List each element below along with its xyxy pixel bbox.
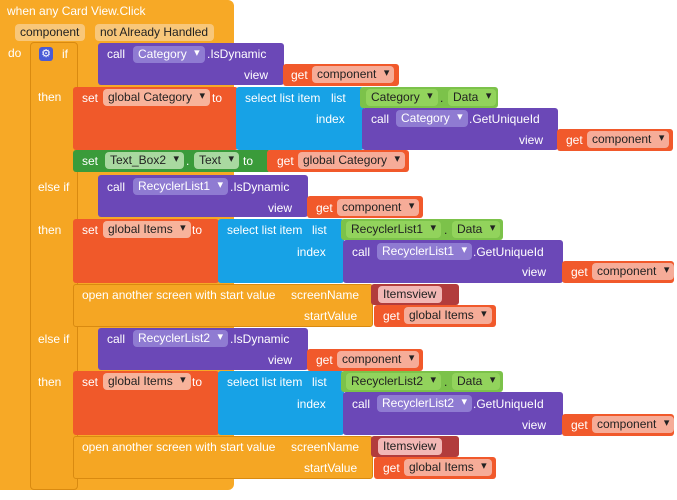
get-label: get bbox=[566, 133, 583, 147]
set-label: set bbox=[82, 375, 99, 389]
set-label: set bbox=[82, 223, 99, 237]
event-title: when any Card View.Click bbox=[7, 4, 146, 18]
dot-label: . bbox=[444, 223, 448, 237]
startvalue-label: startValue bbox=[304, 309, 358, 323]
method-isdynamic: .IsDynamic bbox=[230, 332, 290, 346]
list-recyclerlist1-dropdown[interactable]: RecyclerList1 bbox=[346, 221, 442, 238]
get-label: get bbox=[316, 353, 333, 367]
dot-label: . bbox=[444, 375, 448, 389]
call-label: call bbox=[107, 47, 126, 61]
to-label: to bbox=[212, 91, 223, 105]
index-category-dropdown[interactable]: Category bbox=[396, 110, 468, 127]
to-label: to bbox=[192, 223, 203, 237]
get-label: get bbox=[383, 461, 400, 475]
list-category-dropdown[interactable]: Category bbox=[366, 89, 438, 106]
else-if-label-2: else if bbox=[38, 332, 70, 346]
list-label: list bbox=[312, 375, 327, 389]
call-label: call bbox=[371, 112, 390, 126]
get-component-dropdown[interactable]: component bbox=[337, 199, 420, 216]
gear-icon[interactable]: ⚙ bbox=[39, 47, 53, 61]
index-label: index bbox=[316, 112, 345, 126]
method-getuniqueid: .GetUniqueId bbox=[473, 245, 544, 259]
select-list-item-label: select list item bbox=[227, 223, 303, 237]
text-prop-dropdown[interactable]: Text bbox=[194, 152, 240, 169]
open-screen-label: open another screen with start value bbox=[82, 440, 276, 454]
to-label: to bbox=[192, 375, 203, 389]
index-recyclerlist1-dropdown[interactable]: RecyclerList1 bbox=[377, 243, 473, 260]
view-label: view bbox=[244, 68, 269, 82]
call-label: call bbox=[107, 332, 126, 346]
global-category-dropdown[interactable]: global Category bbox=[103, 89, 211, 106]
data-prop-dropdown[interactable]: Data bbox=[448, 89, 497, 106]
if-label: if bbox=[62, 47, 68, 61]
get-component-dropdown[interactable]: component bbox=[337, 351, 420, 368]
recyclerlist2-dropdown[interactable]: RecyclerList2 bbox=[133, 330, 229, 347]
do-label: do bbox=[8, 46, 22, 60]
get-label: get bbox=[571, 265, 588, 279]
data-prop-dropdown[interactable]: Data bbox=[452, 373, 501, 390]
then-label-3: then bbox=[38, 375, 62, 389]
view-label: view bbox=[268, 353, 293, 367]
get-global-items-dropdown[interactable]: global Items bbox=[404, 459, 492, 476]
category-dropdown[interactable]: Category bbox=[133, 46, 205, 63]
view-label: view bbox=[522, 418, 547, 432]
list-recyclerlist2-dropdown[interactable]: RecyclerList2 bbox=[346, 373, 442, 390]
get-global-category-dropdown[interactable]: global Category bbox=[298, 152, 406, 169]
open-screen-label: open another screen with start value bbox=[82, 288, 276, 302]
screenname-label: screenName bbox=[291, 440, 360, 454]
view-label: view bbox=[519, 133, 544, 147]
method-getuniqueid: .GetUniqueId bbox=[473, 397, 544, 411]
param-component[interactable]: component bbox=[15, 24, 86, 41]
textbox2-dropdown[interactable]: Text_Box2 bbox=[105, 152, 185, 169]
dot-label: . bbox=[440, 91, 444, 105]
set-label: set bbox=[82, 154, 99, 168]
call-label: call bbox=[352, 245, 371, 259]
startvalue-label: startValue bbox=[304, 461, 358, 475]
index-label: index bbox=[297, 245, 326, 259]
else-if-label-1: else if bbox=[38, 180, 70, 194]
get-component-dropdown[interactable]: component bbox=[592, 263, 675, 280]
dot-label: . bbox=[186, 154, 190, 168]
get-component-dropdown[interactable]: component bbox=[592, 416, 675, 433]
recyclerlist1-dropdown[interactable]: RecyclerList1 bbox=[133, 178, 229, 195]
list-label: list bbox=[331, 91, 346, 105]
data-prop-dropdown[interactable]: Data bbox=[452, 221, 501, 238]
set-label: set bbox=[82, 91, 99, 105]
index-label: index bbox=[297, 397, 326, 411]
view-label: view bbox=[522, 265, 547, 279]
screen-name-itemsview[interactable]: Itemsview bbox=[378, 438, 443, 455]
get-component-dropdown[interactable]: component bbox=[587, 131, 670, 148]
global-items-dropdown[interactable]: global Items bbox=[103, 373, 191, 390]
call-label: call bbox=[107, 180, 126, 194]
get-label: get bbox=[291, 68, 308, 82]
screenname-label: screenName bbox=[291, 288, 360, 302]
get-label: get bbox=[277, 154, 294, 168]
to-label: to bbox=[243, 154, 254, 168]
list-label: list bbox=[312, 223, 327, 237]
get-component-dropdown[interactable]: component bbox=[312, 66, 395, 83]
param-not-already-handled[interactable]: not Already Handled bbox=[95, 24, 215, 41]
then-label-2: then bbox=[38, 223, 62, 237]
view-label: view bbox=[268, 201, 293, 215]
index-recyclerlist2-dropdown[interactable]: RecyclerList2 bbox=[377, 395, 473, 412]
if-else-block[interactable] bbox=[30, 42, 78, 490]
call-label: call bbox=[352, 397, 371, 411]
select-list-item-label: select list item bbox=[227, 375, 303, 389]
method-getuniqueid: .GetUniqueId bbox=[469, 112, 540, 126]
select-list-item-label: select list item bbox=[245, 91, 321, 105]
get-label: get bbox=[571, 418, 588, 432]
global-items-dropdown[interactable]: global Items bbox=[103, 221, 191, 238]
get-global-items-dropdown[interactable]: global Items bbox=[404, 307, 492, 324]
get-label: get bbox=[316, 201, 333, 215]
method-isdynamic: .IsDynamic bbox=[230, 180, 290, 194]
screen-name-itemsview[interactable]: Itemsview bbox=[378, 286, 443, 303]
get-label: get bbox=[383, 309, 400, 323]
method-isdynamic: .IsDynamic bbox=[207, 47, 267, 61]
then-label-1: then bbox=[38, 90, 62, 104]
